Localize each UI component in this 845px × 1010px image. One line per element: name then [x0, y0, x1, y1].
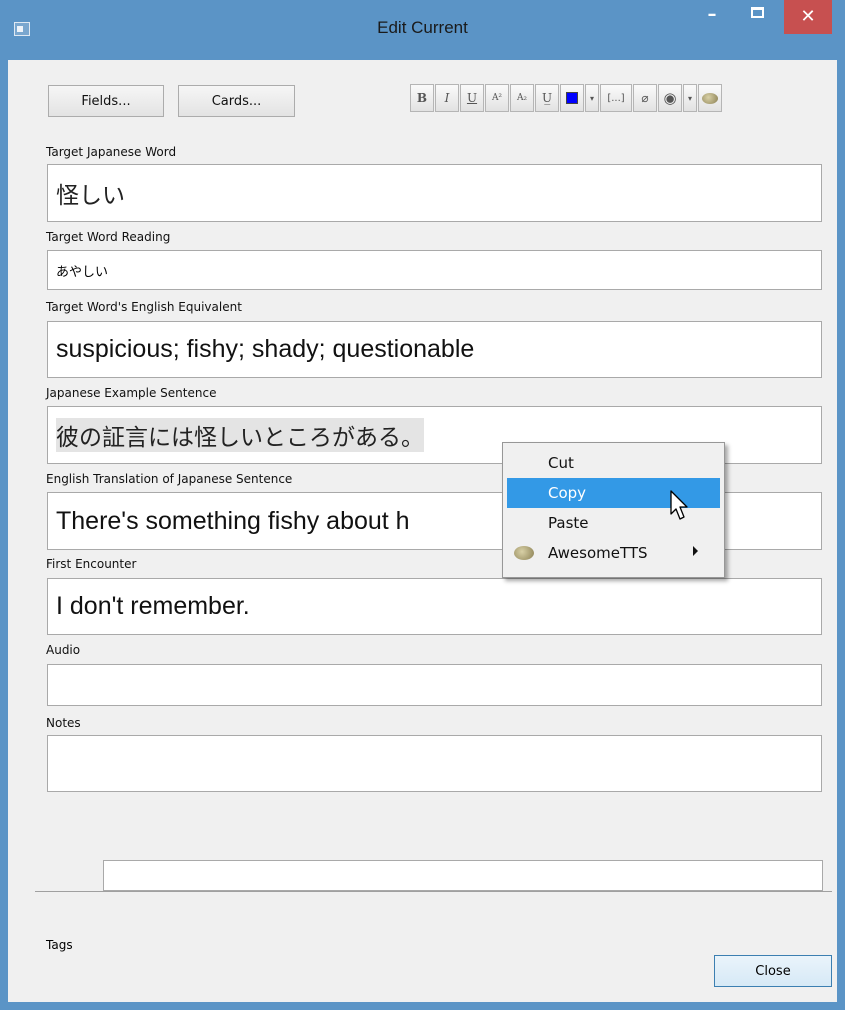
speaker-icon	[514, 546, 534, 560]
edit-current-window: Edit Current – ✕ Fields... Cards... B I …	[0, 0, 845, 1010]
menu-item-awesometts[interactable]: AwesomeTTS	[503, 538, 724, 568]
color-dropdown-button[interactable]: ▾	[585, 84, 599, 112]
field-audio[interactable]	[47, 664, 822, 706]
menu-item-label: Paste	[548, 514, 589, 532]
format-toolbar: B I U A² A₂ U̲ ▾ [...] ⌀ ◉ ▾	[410, 84, 722, 116]
field-english-equivalent[interactable]: suspicious; fishy; shady; questionable	[47, 321, 822, 378]
underline-button[interactable]: U	[460, 84, 484, 112]
minimize-button[interactable]: –	[691, 0, 733, 34]
menu-item-cut[interactable]: Cut	[503, 448, 724, 478]
clear-format-button[interactable]: U̲	[535, 84, 559, 112]
color-swatch-icon	[566, 92, 578, 104]
attach-icon[interactable]: ⌀	[633, 84, 657, 112]
context-menu: Cut Copy Paste AwesomeTTS	[502, 442, 725, 578]
text-color-button[interactable]	[560, 84, 584, 112]
record-dropdown-button[interactable]: ▾	[683, 84, 697, 112]
menu-item-label: Copy	[548, 484, 587, 502]
title-bar[interactable]: Edit Current – ✕	[0, 0, 845, 60]
field-notes[interactable]	[47, 735, 822, 792]
field-target-word-reading[interactable]: あやしい	[47, 250, 822, 290]
field-value: suspicious; fishy; shady; questionable	[56, 335, 475, 363]
field-target-japanese-word[interactable]: 怪しい	[47, 164, 822, 222]
field-value: あやしい	[56, 264, 109, 280]
subscript-button[interactable]: A₂	[510, 84, 534, 112]
menu-item-label: AwesomeTTS	[548, 544, 648, 562]
awesometts-icon[interactable]	[698, 84, 722, 112]
speaker-icon	[702, 92, 718, 104]
superscript-button[interactable]: A²	[485, 84, 509, 112]
tags-label: Tags	[46, 938, 73, 952]
field-first-encounter[interactable]: I don't remember.	[47, 578, 822, 635]
fields-button[interactable]: Fields...	[48, 85, 164, 117]
field-label: English Translation of Japanese Sentence	[46, 472, 293, 486]
field-label: Target Word's English Equivalent	[46, 300, 242, 314]
field-value: 怪しい	[56, 183, 125, 209]
cloze-button[interactable]: [...]	[600, 84, 632, 112]
bold-button[interactable]: B	[410, 84, 434, 112]
field-label: Japanese Example Sentence	[46, 386, 217, 400]
menu-item-label: Cut	[548, 454, 574, 472]
field-value: There's something fishy about h	[56, 506, 410, 535]
submenu-arrow-icon	[693, 546, 698, 556]
field-label: Notes	[46, 716, 81, 730]
field-value: I don't remember.	[56, 592, 250, 620]
tags-input[interactable]	[103, 860, 823, 891]
field-label: First Encounter	[46, 557, 137, 571]
maximize-button[interactable]	[738, 0, 778, 34]
cards-button[interactable]: Cards...	[178, 85, 295, 117]
field-label: Target Japanese Word	[46, 145, 177, 159]
window-close-button[interactable]: ✕	[784, 0, 832, 34]
maximize-icon	[751, 7, 764, 18]
field-label: Target Word Reading	[46, 230, 171, 244]
field-label: Audio	[46, 643, 81, 657]
record-icon[interactable]: ◉	[658, 84, 682, 112]
divider	[35, 891, 832, 892]
field-value: 彼の証言には怪しいところがある。	[56, 418, 424, 452]
mouse-pointer-icon	[670, 490, 688, 520]
italic-button[interactable]: I	[435, 84, 459, 112]
close-button[interactable]: Close	[714, 955, 832, 987]
